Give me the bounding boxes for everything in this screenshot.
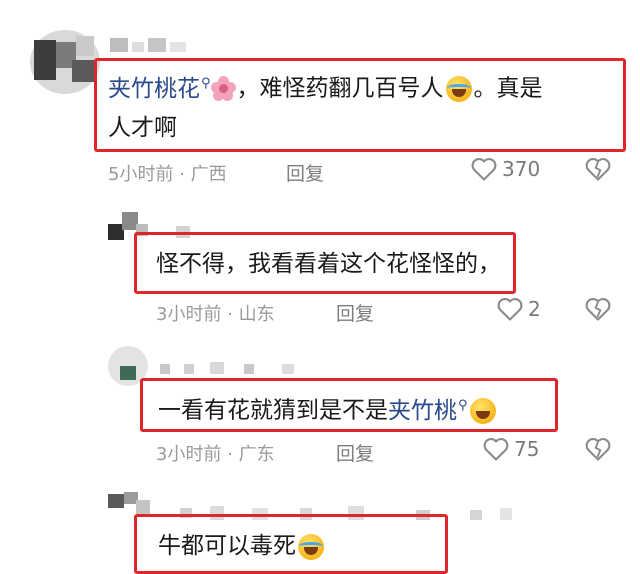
dislike-button[interactable] [584,436,612,466]
reply-button[interactable]: 回复 [286,159,324,186]
search-icon: ⚲ [201,76,211,91]
timestamp: 3小时前 [156,304,222,325]
broken-heart-icon [585,158,611,181]
mention-link[interactable]: 夹竹桃⚲ [388,398,468,424]
reply-button[interactable]: 回复 [336,439,374,466]
comment-meta: 3小时前 · 广东 [156,444,275,465]
username-blurred[interactable] [160,362,310,376]
dislike-button[interactable] [584,156,612,186]
like-button[interactable]: 75 [482,436,539,462]
region: 山东 [238,304,275,325]
comment-text: 一看有花就猜到是不是夹竹桃⚲ [158,388,498,429]
region: 广西 [190,164,227,185]
search-icon: ⚲ [458,398,468,413]
like-button[interactable]: 2 [496,296,541,322]
like-count: 2 [528,297,541,321]
like-button[interactable]: 370 [470,156,540,182]
timestamp: 5小时前 [108,164,174,185]
like-count: 75 [514,437,540,461]
dislike-button[interactable] [584,296,612,326]
avatar[interactable] [30,30,100,94]
timestamp: 3小时前 [156,444,222,465]
comment-text: 怪不得，我看看着这个花怪怪的， [156,251,501,277]
heart-outline-icon [483,438,509,461]
comment-meta: 5小时前 · 广西 [108,164,227,185]
heart-outline-icon [471,158,497,181]
tears-of-joy-emoji [445,76,472,103]
username-blurred[interactable] [110,38,188,52]
grinning-sweat-emoji [469,398,496,425]
heart-outline-icon [497,298,523,321]
comment-text: 夹竹桃花⚲ ，难怪药翻几百号人 。真是 [108,66,543,107]
tears-of-joy-emoji [298,533,324,560]
broken-heart-icon [585,298,611,321]
mention-link[interactable]: 夹竹桃花⚲ [108,76,211,102]
comment-meta: 3小时前 · 山东 [156,304,275,325]
reply-button[interactable]: 回复 [336,299,374,326]
cherry-blossom-emoji [210,76,237,102]
region: 广东 [238,444,275,465]
broken-heart-icon [585,438,611,461]
like-count: 370 [502,157,541,181]
comment-text-line2: 人才啊 [108,115,177,141]
